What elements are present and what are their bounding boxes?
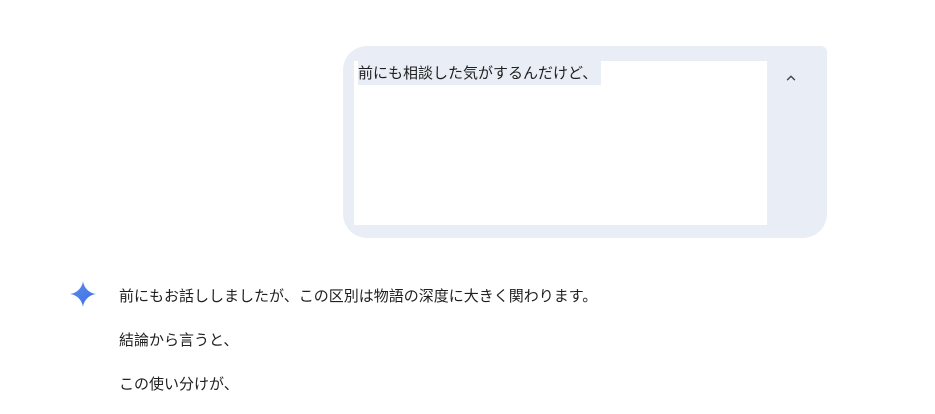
user-message-text: 前にも相談した気がするんだけど、	[358, 61, 602, 85]
response-paragraph: 結論から言うと、	[119, 331, 239, 349]
collapse-button[interactable]	[777, 64, 805, 92]
assistant-response: 前にもお話ししましたが、この区別は物語の深度に大きく関わります。 結論から言うと…	[119, 284, 899, 396]
user-message-bubble: 前にも相談した気がするんだけど、	[343, 46, 827, 238]
response-paragraph: この使い分けが、	[119, 375, 239, 393]
chevron-up-icon	[786, 75, 796, 81]
user-message-edit-area[interactable]: 前にも相談した気がするんだけど、	[354, 61, 767, 225]
response-paragraph: 前にもお話ししましたが、この区別は物語の深度に大きく関わります。	[119, 287, 598, 305]
gemini-spark-icon	[70, 281, 96, 307]
